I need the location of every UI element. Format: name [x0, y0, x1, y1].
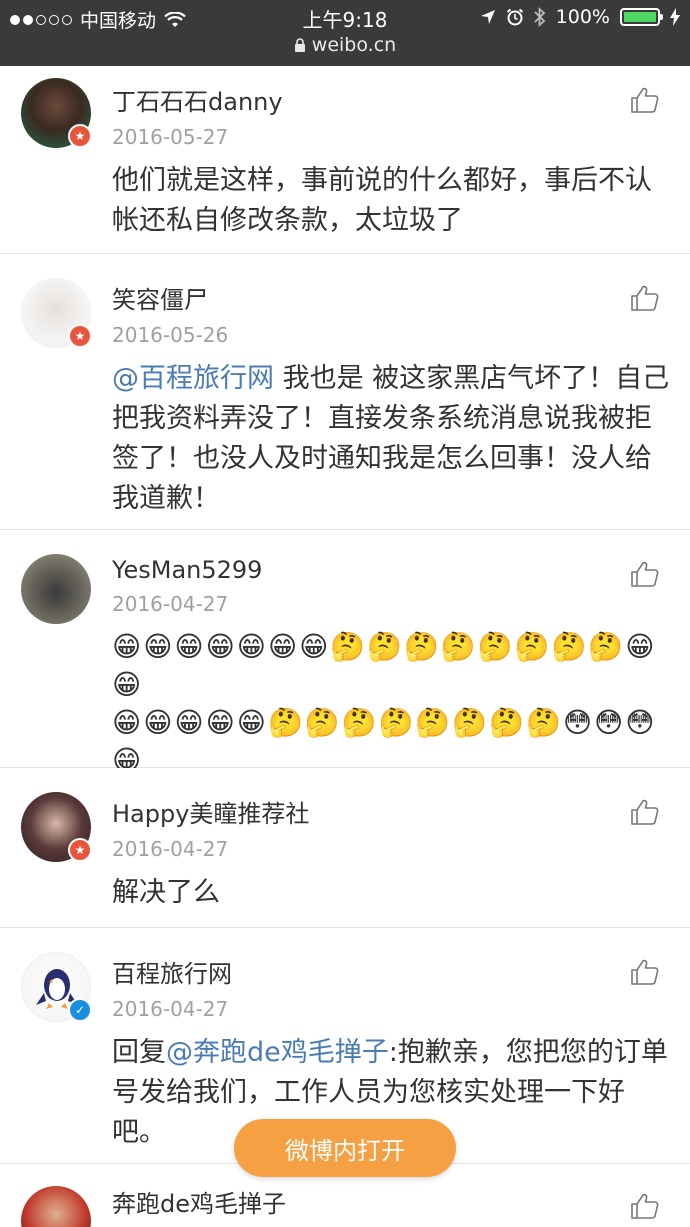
verified-badge-icon: ★ — [68, 324, 92, 348]
avatar[interactable] — [21, 554, 91, 624]
mention-link[interactable]: @奔跑de鸡毛掸子 — [166, 1037, 389, 1068]
comment-text: @百程旅行网 我也是 被这家黑店气坏了！自己把我资料弄没了！直接发条系统消息说我… — [112, 359, 670, 519]
mention-link[interactable]: @百程旅行网 — [112, 363, 274, 394]
url-text: weibo.cn — [311, 34, 397, 56]
avatar[interactable] — [21, 1186, 91, 1227]
comment-text: 解决了么 — [112, 877, 220, 908]
comment-username[interactable]: 笑容僵尸 — [112, 280, 670, 315]
status-right: 100% — [480, 6, 680, 28]
thumbs-up-icon[interactable] — [630, 958, 660, 986]
thumbs-up-icon[interactable] — [630, 1192, 660, 1220]
comment-username[interactable]: 奔跑de鸡毛掸子 — [112, 1184, 670, 1219]
thumbs-up-icon[interactable] — [630, 284, 660, 312]
comment-date: 2016-04-27 — [112, 997, 229, 1021]
bluetooth-icon — [534, 7, 545, 27]
thumbs-up-icon[interactable] — [630, 798, 660, 826]
battery-icon — [620, 8, 663, 26]
comment-username[interactable]: 百程旅行网 — [112, 954, 670, 989]
verified-badge-icon: ✓ — [68, 998, 92, 1022]
comment-item: YesMan5299 2016-04-27 😁😁😁😁😁😁😁🤔🤔🤔🤔🤔🤔🤔🤔😁😁 … — [0, 530, 690, 815]
alarm-icon — [506, 8, 523, 26]
reply-prefix: 回复 — [112, 1037, 166, 1068]
comment-username[interactable]: 丁石石石danny — [112, 82, 670, 117]
status-bar: 中国移动 上午9:18 weibo.cn 100% — [0, 0, 690, 66]
verified-badge-icon: ★ — [68, 124, 92, 148]
open-in-weibo-button[interactable]: 微博内打开 — [234, 1119, 456, 1177]
emoji-line: 😁😁😁😁😁😁😁🤔🤔🤔🤔🤔🤔🤔🤔😁😁 — [112, 630, 657, 701]
comment-item: ★ 笑容僵尸 2016-05-26 @百程旅行网 我也是 被这家黑店气坏了！自己… — [0, 254, 690, 530]
thumbs-up-icon[interactable] — [630, 86, 660, 114]
comment-item: ★ 丁石石石danny 2016-05-27 他们就是这样，事前说的什么都好，事… — [0, 66, 690, 254]
lock-icon — [294, 38, 305, 52]
comment-username[interactable]: YesMan5299 — [112, 556, 670, 584]
battery-percent: 100% — [555, 6, 610, 28]
comment-date: 2016-05-27 — [112, 125, 229, 149]
comment-date: 2016-04-27 — [112, 837, 229, 861]
comment-username[interactable]: Happy美瞳推荐社 — [112, 794, 670, 829]
verified-badge-icon: ★ — [68, 838, 92, 862]
charging-bolt-icon — [670, 8, 680, 26]
comment-list: ★ 丁石石石danny 2016-05-27 他们就是这样，事前说的什么都好，事… — [0, 66, 690, 1227]
location-arrow-icon — [480, 10, 495, 24]
comment-text: 他们就是这样，事前说的什么都好，事后不认帐还私自修改条款，太垃圾了 — [112, 165, 652, 236]
thumbs-up-icon[interactable] — [630, 560, 660, 588]
url-bar[interactable]: weibo.cn — [0, 34, 690, 56]
comment-item: ★ Happy美瞳推荐社 2016-04-27 解决了么 — [0, 768, 690, 928]
comment-date: 2016-04-27 — [112, 592, 229, 616]
comment-date: 2016-05-26 — [112, 323, 229, 347]
